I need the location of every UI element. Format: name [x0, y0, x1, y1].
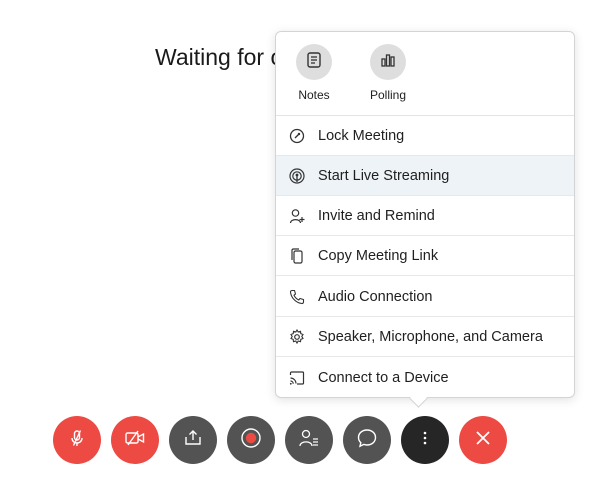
microphone-muted-icon: [67, 428, 87, 453]
gear-icon: [289, 328, 305, 345]
invite-and-remind-item[interactable]: Invite and Remind: [276, 196, 574, 236]
lock-meeting-item[interactable]: Lock Meeting: [276, 116, 574, 156]
record-icon: [240, 427, 262, 454]
video-button[interactable]: [111, 416, 159, 464]
cast-icon: [289, 370, 305, 386]
polling-icon: [379, 51, 397, 74]
polling-label: Polling: [369, 88, 407, 102]
audio-connection-label: Audio Connection: [318, 288, 433, 305]
waiting-title: Waiting for o: [155, 44, 284, 70]
start-live-streaming-item[interactable]: Start Live Streaming: [276, 156, 574, 196]
leave-meeting-button[interactable]: [459, 416, 507, 464]
notes-button[interactable]: Notes: [284, 44, 344, 102]
invite-icon: [289, 208, 305, 224]
polling-button[interactable]: Polling: [358, 44, 418, 102]
more-options-menu: Notes Polling Lock Meeting Start Live St…: [275, 31, 575, 398]
copy-icon: [289, 247, 305, 264]
chat-icon: [356, 427, 378, 454]
lock-icon: [289, 128, 305, 144]
video-off-icon: [124, 428, 146, 453]
record-button[interactable]: [227, 416, 275, 464]
lock-meeting-label: Lock Meeting: [318, 127, 405, 144]
invite-and-remind-label: Invite and Remind: [318, 207, 435, 224]
speaker-microphone-camera-item[interactable]: Speaker, Microphone, and Camera: [276, 317, 574, 357]
chat-button[interactable]: [343, 416, 391, 464]
start-live-streaming-label: Start Live Streaming: [318, 167, 450, 184]
notes-label: Notes: [298, 88, 330, 102]
close-icon: [474, 429, 492, 452]
share-button[interactable]: [169, 416, 217, 464]
participants-icon: [298, 428, 320, 453]
participants-button[interactable]: [285, 416, 333, 464]
phone-icon: [289, 289, 305, 305]
quick-actions-row: Notes Polling: [276, 32, 574, 116]
copy-meeting-link-item[interactable]: Copy Meeting Link: [276, 236, 574, 276]
more-button[interactable]: [401, 416, 449, 464]
more-icon: [422, 429, 428, 452]
connect-to-device-label: Connect to a Device: [318, 370, 449, 386]
mute-button[interactable]: [53, 416, 101, 464]
share-icon: [183, 428, 203, 453]
notes-icon: [305, 51, 323, 74]
speaker-microphone-camera-label: Speaker, Microphone, and Camera: [318, 328, 543, 345]
live-stream-icon: [289, 167, 305, 184]
copy-meeting-link-label: Copy Meeting Link: [318, 247, 439, 264]
audio-connection-item[interactable]: Audio Connection: [276, 277, 574, 317]
connect-to-device-item[interactable]: Connect to a Device: [276, 358, 574, 398]
